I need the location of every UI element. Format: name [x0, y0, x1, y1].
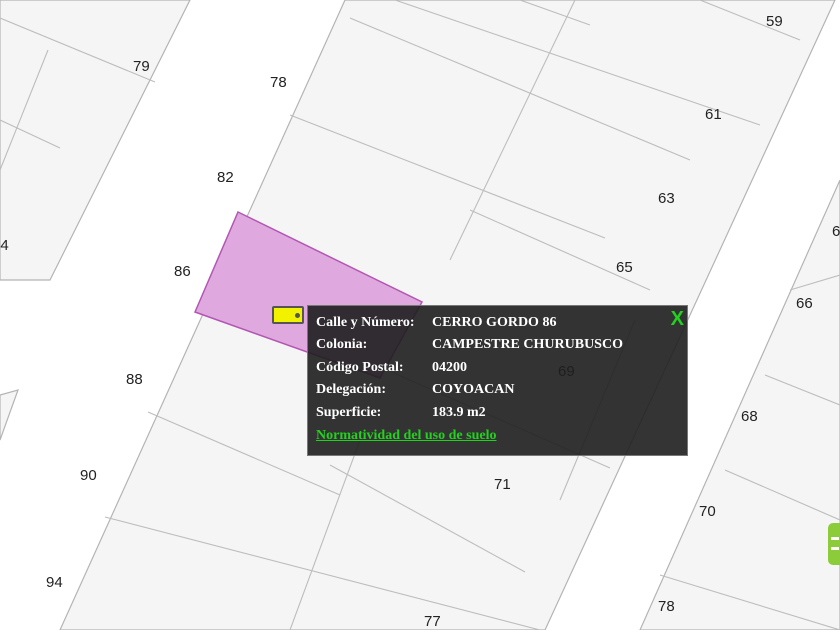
lot-number: 78 — [658, 598, 675, 615]
lot-number: 59 — [766, 13, 783, 30]
info-label: Superficie: — [316, 405, 382, 420]
info-value: CAMPESTRE CHURUBUSCO — [432, 337, 623, 352]
lot-number: 79 — [133, 58, 150, 75]
lot-number: 86 — [174, 263, 191, 280]
land-use-regulation-link[interactable]: Normatividad del uso de suelo — [316, 426, 496, 446]
info-label: Calle y Número: — [316, 315, 415, 330]
info-value: 183.9 m2 — [432, 405, 486, 420]
info-value: 04200 — [432, 360, 467, 375]
info-label: Código Postal: — [316, 360, 404, 375]
lot-number: 6 — [832, 223, 840, 240]
lot-number: 54 — [0, 237, 9, 254]
lot-number: 65 — [616, 259, 633, 276]
block-far-west-bottom[interactable] — [0, 389, 19, 441]
info-value: COYOACAN — [432, 382, 515, 397]
info-value: CERRO GORDO 86 — [432, 315, 557, 330]
block-west[interactable] — [0, 0, 191, 281]
lot-number: 63 — [658, 190, 675, 207]
parcel-info-popup: X Calle y Número: CERRO GORDO 86 Colonia… — [307, 305, 688, 456]
lot-number: 71 — [494, 476, 511, 493]
lot-number: 94 — [46, 574, 63, 591]
lot-number: 90 — [80, 467, 97, 484]
lot-number: 82 — [217, 169, 234, 186]
lot-number: 68 — [741, 408, 758, 425]
close-button[interactable]: X — [671, 307, 684, 331]
info-label: Colonia: — [316, 337, 368, 352]
location-marker-icon[interactable] — [272, 306, 304, 324]
lot-number: 66 — [796, 295, 813, 312]
lot-number: 77 — [424, 613, 441, 630]
lot-number: 78 — [270, 74, 287, 91]
info-label: Delegación: — [316, 382, 386, 397]
lot-number: 61 — [705, 106, 722, 123]
lot-number: 88 — [126, 371, 143, 388]
lot-number: 70 — [699, 503, 716, 520]
layers-icon[interactable] — [828, 523, 840, 565]
